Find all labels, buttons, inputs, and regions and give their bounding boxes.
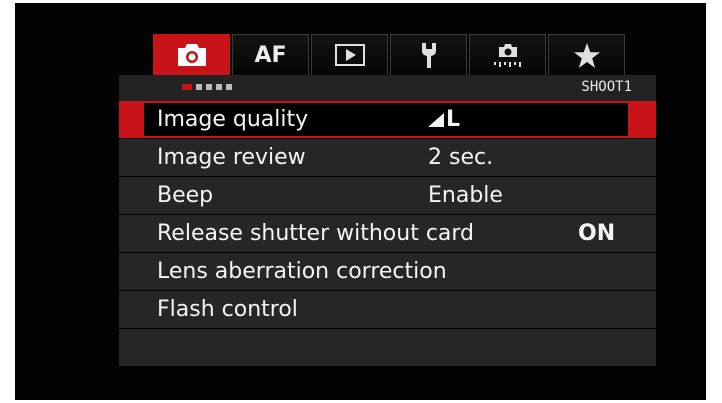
menu-item-value: ON — [578, 221, 616, 246]
wrench-icon — [421, 43, 436, 68]
menu-item-label: Image quality — [157, 107, 309, 132]
menu-tab-bar: AF — [153, 34, 628, 75]
tab-af-label: AF — [254, 42, 287, 68]
menu-item-image-quality[interactable]: Image quality L — [119, 101, 656, 138]
tab-playback[interactable] — [311, 34, 388, 75]
camera-screen: AF SHOOT1 Image quality L Image review 2… — [15, 3, 706, 400]
custom-functions-icon — [493, 44, 521, 67]
menu-item-value: 2 sec. — [428, 145, 494, 170]
menu-item-label: Flash control — [157, 297, 298, 322]
menu-item-value: L — [428, 101, 460, 138]
menu-item-lens-aberration[interactable]: Lens aberration correction — [119, 253, 656, 290]
large-fine-quality-icon — [428, 113, 444, 127]
play-icon — [334, 44, 365, 66]
menu-item-image-review[interactable]: Image review 2 sec. — [119, 139, 656, 176]
page-dot — [216, 84, 222, 90]
menu-item-release-without-card[interactable]: Release shutter without card ON — [119, 215, 656, 252]
page-dot — [196, 84, 202, 90]
menu-item-label: Release shutter without card — [157, 221, 475, 246]
page-dot — [226, 84, 232, 90]
tab-custom[interactable] — [469, 34, 546, 75]
camera-icon — [177, 44, 206, 66]
star-icon — [573, 42, 600, 68]
tab-af[interactable]: AF — [232, 34, 309, 75]
menu-item-label: Lens aberration correction — [157, 259, 447, 284]
menu-item-empty — [119, 329, 656, 366]
menu-item-label: Beep — [157, 183, 214, 208]
menu-item-list: Image quality L Image review 2 sec. Beep… — [119, 101, 656, 367]
page-indicator-bar: SHOOT1 — [119, 75, 656, 101]
menu-item-flash-control[interactable]: Flash control — [119, 291, 656, 328]
menu-item-label: Image review — [157, 145, 306, 170]
tab-shoot[interactable] — [153, 34, 230, 75]
page-dots — [182, 84, 236, 90]
tab-setup[interactable] — [390, 34, 467, 75]
page-title: SHOOT1 — [581, 79, 632, 95]
menu-item-value: Enable — [428, 183, 503, 208]
page-dot — [206, 84, 212, 90]
page-dot-active — [182, 84, 192, 90]
shooting-menu: AF SHOOT1 Image quality L Image review 2… — [119, 34, 656, 375]
menu-item-beep[interactable]: Beep Enable — [119, 177, 656, 214]
tab-my-menu[interactable] — [548, 34, 625, 75]
